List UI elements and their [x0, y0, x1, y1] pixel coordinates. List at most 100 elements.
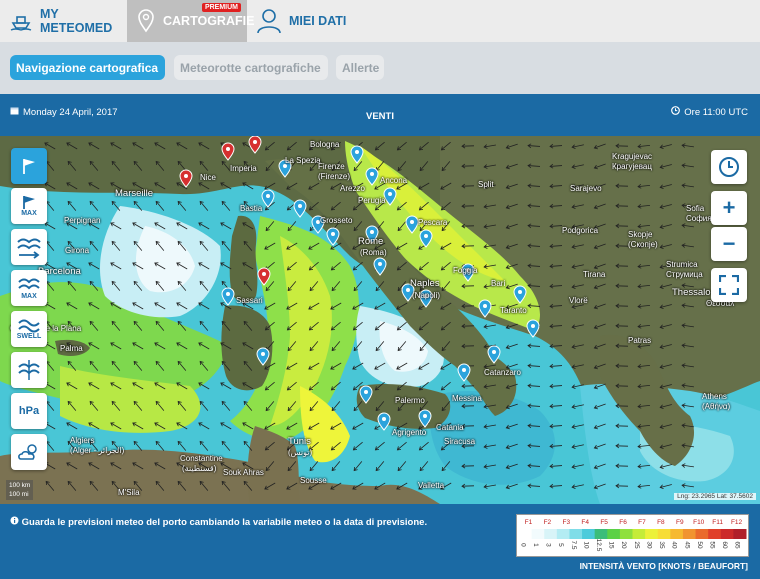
- legend-knot-label: 55: [708, 541, 715, 549]
- legend-beaufort-label: F4: [581, 519, 589, 526]
- layer-wave-period-button[interactable]: [11, 352, 47, 388]
- control-label: hPa: [18, 405, 40, 417]
- sub-nav: Navigazione cartografica Meteorotte cart…: [0, 42, 760, 94]
- legend-beaufort-label: F1: [525, 519, 533, 526]
- port-marker[interactable]: [513, 285, 527, 304]
- city-label: M'Sila: [118, 488, 140, 497]
- city-label: Крагујевац: [612, 162, 652, 171]
- legend-swatch: [657, 529, 671, 539]
- legend-swatch: [556, 529, 570, 539]
- legend-caption: INTENSITÀ VENTO [KNOTS / BEAUFORT]: [579, 561, 748, 571]
- city-label: (Roma): [360, 248, 387, 257]
- info-icon: [10, 516, 22, 528]
- legend-knot-label: 1: [532, 543, 539, 547]
- wave-icon: [18, 278, 40, 290]
- tab-miei-dati[interactable]: MIEI DATI: [247, 0, 387, 42]
- forecast-bar: Monday 24 April, 2017 VENTI Ore 11:00 UT…: [0, 94, 760, 136]
- layer-wind-button[interactable]: [11, 148, 47, 184]
- forecast-hour: Ore 11:00 UTC: [671, 106, 748, 118]
- port-marker[interactable]: [248, 136, 262, 154]
- legend-beaufort-label: F9: [676, 519, 684, 526]
- legend-swatch: [594, 529, 608, 539]
- legend-swatch: [632, 529, 646, 539]
- tab-cartografie[interactable]: CARTOGRAFIE PREMIUM: [127, 0, 254, 42]
- city-label: Foggia: [453, 266, 478, 275]
- city-label: Imperia: [230, 164, 257, 173]
- city-label: (Скопје): [628, 240, 658, 249]
- port-marker[interactable]: [221, 142, 235, 161]
- port-marker[interactable]: [261, 189, 275, 208]
- fullscreen-button[interactable]: [711, 268, 747, 302]
- layer-pressure-button[interactable]: hPa: [11, 393, 47, 429]
- port-marker[interactable]: [256, 347, 270, 366]
- legend-knot-label: 10: [582, 541, 589, 549]
- city-label: Catanzaro: [484, 368, 521, 377]
- city-label: Sarajevo: [570, 184, 602, 193]
- city-label: Catania: [436, 423, 464, 432]
- port-marker[interactable]: [478, 299, 492, 318]
- port-marker[interactable]: [350, 145, 364, 164]
- port-marker[interactable]: [377, 412, 391, 431]
- port-marker[interactable]: [365, 167, 379, 186]
- port-marker[interactable]: [326, 227, 340, 246]
- port-marker[interactable]: [221, 287, 235, 306]
- clock-icon: [719, 157, 739, 177]
- legend-knot-label: 35: [658, 541, 665, 549]
- wind-map[interactable]: Marseille Nice Imperia La Spezia Bologna…: [0, 136, 760, 504]
- legend-beaufort-label: F12: [731, 519, 743, 526]
- port-marker[interactable]: [359, 385, 373, 404]
- port-marker[interactable]: [526, 319, 540, 338]
- layer-clouds-button[interactable]: [11, 434, 47, 470]
- port-marker[interactable]: [257, 267, 271, 286]
- legend-scale: 0 1 3 5 7.5 10 12.5 15 20 25 30 35 40 45 50 55 60 65F1 F2 F…: [519, 519, 747, 552]
- city-label: Palma: [60, 344, 83, 353]
- legend-knot-label: 25: [633, 541, 640, 549]
- legend-swatch: [733, 529, 747, 539]
- legend-knot-label: 15: [608, 541, 615, 549]
- city-label: Nice: [200, 173, 217, 182]
- legend-knot-label: 40: [671, 541, 678, 549]
- legend-beaufort-label: F2: [544, 519, 552, 526]
- city-label: Bologna: [310, 140, 340, 149]
- tab-my-meteomed[interactable]: MY METEOMED: [0, 0, 127, 42]
- subtab-meteorotte[interactable]: Meteorotte cartografiche: [174, 55, 328, 80]
- legend-knot-label: 5: [557, 543, 564, 547]
- layer-wave-direction-button[interactable]: [11, 229, 47, 265]
- time-selector-button[interactable]: [711, 150, 747, 184]
- port-marker[interactable]: [418, 409, 432, 428]
- city-label: Athens: [702, 392, 727, 401]
- legend-swatch: [582, 529, 596, 539]
- city-label: Firenze: [318, 162, 345, 171]
- city-label: Bastia: [240, 204, 263, 213]
- port-marker[interactable]: [293, 199, 307, 218]
- layer-swell-button[interactable]: SWELL: [11, 311, 47, 347]
- city-label: Marseille: [115, 188, 154, 199]
- city-label: Vlorë: [569, 296, 588, 305]
- city-label: Sassari: [236, 296, 263, 305]
- control-label: MAX: [21, 293, 37, 300]
- legend-knot-label: 7.5: [570, 540, 577, 549]
- subtab-navigazione[interactable]: Navigazione cartografica: [10, 55, 165, 80]
- city-label: Sofia: [686, 204, 705, 213]
- port-marker[interactable]: [373, 257, 387, 276]
- tab-label: MIEI DATI: [289, 14, 347, 28]
- city-label: Taranto: [500, 306, 527, 315]
- port-marker[interactable]: [487, 345, 501, 364]
- subtab-allerte[interactable]: Allerte: [336, 55, 384, 80]
- city-label: Podgorica: [562, 226, 599, 235]
- legend-knot-label: 20: [620, 541, 627, 549]
- port-marker[interactable]: [457, 363, 471, 382]
- zoom-out-button[interactable]: −: [711, 227, 747, 261]
- legend-swatch: [619, 529, 633, 539]
- city-label: (تونس): [288, 448, 313, 457]
- port-marker[interactable]: [419, 229, 433, 248]
- control-label: MAX: [21, 210, 37, 217]
- legend-knot-label: 30: [645, 541, 652, 549]
- port-marker[interactable]: [179, 169, 193, 188]
- zoom-in-button[interactable]: +: [711, 191, 747, 225]
- layer-wind-max-button[interactable]: MAX: [11, 188, 47, 224]
- city-label: Sousse: [300, 476, 327, 485]
- city-label: Pescara: [418, 218, 448, 227]
- layer-wave-max-button[interactable]: MAX: [11, 270, 47, 306]
- port-marker[interactable]: [405, 215, 419, 234]
